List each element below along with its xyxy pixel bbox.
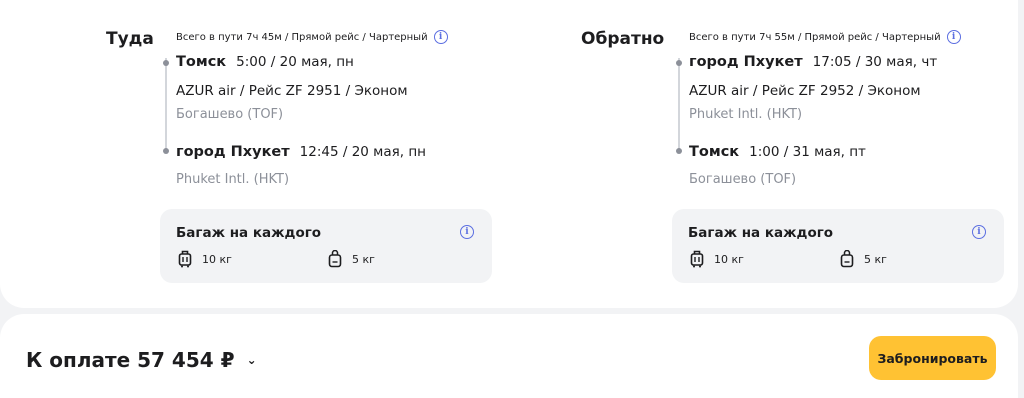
outbound-baggage-title: Багаж на каждого <box>176 225 322 241</box>
flight-details-card: Туда Всего в пути 7ч 45м / Прямой рейс /… <box>0 0 1018 308</box>
info-icon[interactable]: i <box>460 225 474 239</box>
outbound-departure-airport: Богашево (TOF) <box>176 107 284 122</box>
outbound-hand-luggage: 5 кг <box>328 250 375 268</box>
return-hand-weight: 5 кг <box>864 252 887 266</box>
return-arrival-time: 1:00 / 31 мая, пт <box>749 144 866 160</box>
outbound-departure-city: Томск <box>176 54 227 70</box>
info-icon[interactable]: i <box>946 30 961 44</box>
return-timeline <box>678 58 680 152</box>
return-baggage-title: Багаж на каждого <box>688 225 834 241</box>
return-arrival-dot <box>676 148 682 154</box>
return-summary: Всего в пути 7ч 55м / Прямой рейс / Чарт… <box>689 30 961 44</box>
return-baggage: Багаж на каждого i 10 кг 5 кг <box>672 209 1004 283</box>
outbound-luggage: 10 кг <box>178 250 232 268</box>
outbound-departure-time: 5:00 / 20 мая, пн <box>236 54 354 70</box>
outbound-summary: Всего в пути 7ч 45м / Прямой рейс / Чарт… <box>176 30 448 44</box>
suitcase-icon <box>178 250 192 268</box>
outbound-arrival-dot <box>163 148 169 154</box>
return-luggage-weight: 10 кг <box>714 252 744 266</box>
return-summary-text: Всего в пути 7ч 55м / Прямой рейс / Чарт… <box>689 31 941 43</box>
info-icon[interactable]: i <box>433 30 448 44</box>
payment-bar: К оплате 57 454 ₽ ⌄ Забронировать <box>0 314 1018 398</box>
return-arrival-city: Томск <box>689 144 740 160</box>
outbound-timeline <box>165 58 167 152</box>
outbound-arrival-airport: Phuket Intl. (HKT) <box>176 172 290 187</box>
bag-icon <box>840 250 854 268</box>
return-arrival-airport: Богашево (TOF) <box>689 172 797 187</box>
info-icon[interactable]: i <box>972 225 986 239</box>
outbound-arrival: город Пхукет 12:45 / 20 мая, пн <box>176 144 426 160</box>
outbound-arrival-city: город Пхукет <box>176 144 290 160</box>
return-arrival: Томск 1:00 / 31 мая, пт <box>689 144 866 160</box>
outbound-departure-dot <box>163 60 169 66</box>
outbound-departure: Томск 5:00 / 20 мая, пн <box>176 54 354 70</box>
outbound-label: Туда <box>106 29 154 49</box>
return-departure-airport: Phuket Intl. (HKT) <box>689 107 803 122</box>
total-price-toggle[interactable]: К оплате 57 454 ₽ ⌄ <box>26 348 257 372</box>
return-departure-time: 17:05 / 30 мая, чт <box>812 54 938 70</box>
outbound-summary-text: Всего в пути 7ч 45м / Прямой рейс / Чарт… <box>176 31 428 43</box>
return-hand-luggage: 5 кг <box>840 250 887 268</box>
return-luggage: 10 кг <box>690 250 744 268</box>
return-departure-dot <box>676 60 682 66</box>
outbound-hand-weight: 5 кг <box>352 252 375 266</box>
return-label: Обратно <box>581 29 665 49</box>
outbound-arrival-time: 12:45 / 20 мая, пн <box>299 144 426 160</box>
chevron-down-icon: ⌄ <box>246 353 257 367</box>
outbound-baggage: Багаж на каждого i 10 кг 5 кг <box>160 209 492 283</box>
total-price: К оплате 57 454 ₽ <box>26 348 235 372</box>
return-departure-city: город Пхукет <box>689 54 803 70</box>
suitcase-icon <box>690 250 704 268</box>
return-flight-info: AZUR air / Рейс ZF 2952 / Эконом <box>689 83 921 99</box>
bag-icon <box>328 250 342 268</box>
book-button[interactable]: Забронировать <box>869 336 996 380</box>
outbound-flight-info: AZUR air / Рейс ZF 2951 / Эконом <box>176 83 408 99</box>
return-departure: город Пхукет 17:05 / 30 мая, чт <box>689 54 937 70</box>
outbound-luggage-weight: 10 кг <box>202 252 232 266</box>
